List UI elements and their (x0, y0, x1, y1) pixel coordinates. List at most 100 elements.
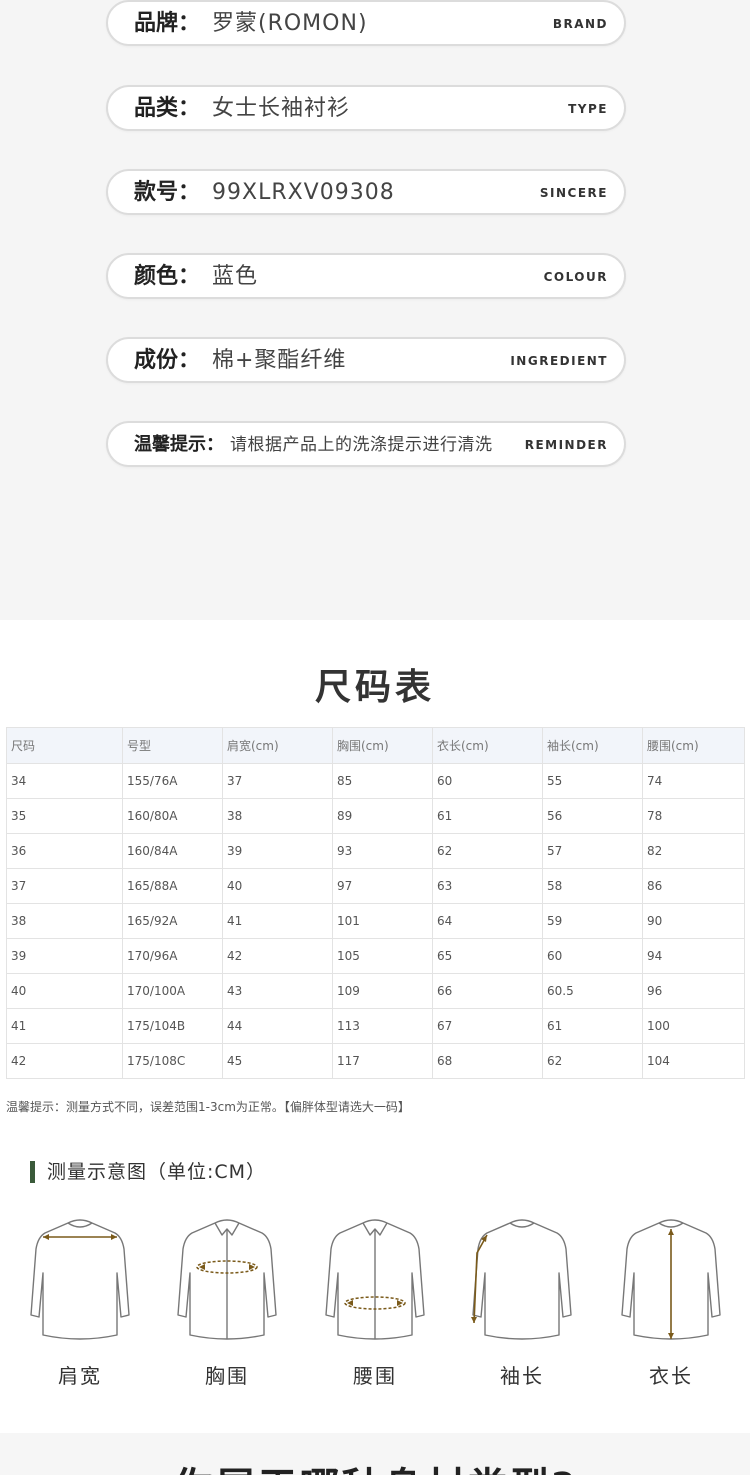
table-cell: 160/80A (122, 798, 223, 834)
table-cell: 60.5 (542, 973, 643, 1009)
table-cell: 104 (642, 1043, 745, 1079)
measure-heading: 测量示意图（单位:CM） (30, 1161, 266, 1183)
measure-label-sleeve: 袖长 (500, 1364, 544, 1388)
info-color-row: 颜色： 蓝色 COLOUR (106, 253, 626, 299)
table-cell: 93 (332, 833, 433, 869)
type-en-label: TYPE (568, 102, 608, 116)
table-cell: 61 (542, 1008, 643, 1044)
ingredient-value: 棉+聚酯纤维 (212, 348, 347, 373)
table-cell: 60 (432, 763, 543, 799)
brand-value: 罗蒙(ROMON) (212, 11, 368, 36)
info-ingredient-row: 成份： 棉+聚酯纤维 INGREDIENT (106, 337, 626, 383)
size-table: 尺码 号型 肩宽(cm) 胸围(cm) 衣长(cm) 袖长(cm) 腰围(cm) 34 155… (6, 727, 745, 1079)
table-cell: 58 (542, 868, 643, 904)
color-label: 颜色： (134, 264, 201, 289)
table-cell: 66 (432, 973, 543, 1009)
ingredient-label: 成份： (134, 348, 201, 373)
table-cell: 82 (642, 833, 745, 869)
measure-label-shoulder: 肩宽 (58, 1364, 102, 1388)
table-cell: 41 (222, 903, 333, 939)
size-table-body: 34 155/76A 37 85 60 55 74 35 160/80A 38 89 61 56 78 36… (6, 763, 745, 1079)
table-row: 41 175/104B 44 113 67 61 100 (6, 1008, 745, 1044)
info-reminder-row: 温馨提示： 请根据产品上的洗涤提示进行清洗 REMINDER (106, 421, 626, 467)
table-cell: 117 (332, 1043, 433, 1079)
table-cell: 39 (6, 938, 123, 974)
measure-item-shoulder: 肩宽 (25, 1215, 135, 1405)
table-cell: 78 (642, 798, 745, 834)
brand-label: 品牌： (134, 11, 201, 36)
table-cell: 94 (642, 938, 745, 974)
body-type-title: 你属于哪种身材类型? (0, 1455, 750, 1475)
table-cell: 89 (332, 798, 433, 834)
size-chart-title: 尺码表 (314, 667, 435, 708)
size-note: 温馨提示：测量方式不同，误差范围1-3cm为正常。【偏胖体型请选大一码】 (6, 1100, 410, 1114)
info-type-row: 品类： 女士长袖衬衫 TYPE (106, 85, 626, 131)
table-row: 38 165/92A 41 101 64 59 90 (6, 903, 745, 939)
info-style-row: 款号： 99XLRXV09308 SINCERE (106, 169, 626, 215)
table-cell: 62 (432, 833, 543, 869)
color-en-label: COLOUR (543, 270, 608, 284)
table-cell: 64 (432, 903, 543, 939)
table-cell: 56 (542, 798, 643, 834)
measure-item-length: 衣长 (616, 1215, 726, 1405)
size-table-header-cell: 腰围(cm) (642, 727, 745, 764)
table-cell: 62 (542, 1043, 643, 1079)
table-cell: 109 (332, 973, 433, 1009)
reminder-en-label: REMINDER (524, 438, 608, 452)
table-cell: 67 (432, 1008, 543, 1044)
table-row: 34 155/76A 37 85 60 55 74 (6, 763, 745, 799)
table-cell: 74 (642, 763, 745, 799)
table-cell: 175/104B (122, 1008, 223, 1044)
style-label: 款号： (134, 180, 201, 205)
type-value: 女士长袖衬衫 (212, 96, 351, 121)
style-value: 99XLRXV09308 (212, 180, 395, 205)
table-row: 42 175/108C 45 117 68 62 104 (6, 1043, 745, 1079)
table-cell: 175/108C (122, 1043, 223, 1079)
table-cell: 57 (542, 833, 643, 869)
table-row: 37 165/88A 40 97 63 58 86 (6, 868, 745, 904)
table-cell: 45 (222, 1043, 333, 1079)
table-cell: 35 (6, 798, 123, 834)
table-cell: 160/84A (122, 833, 223, 869)
size-table-header-cell: 袖长(cm) (542, 727, 643, 764)
table-cell: 42 (222, 938, 333, 974)
shirt-waist-icon (325, 1219, 425, 1340)
measure-label-length: 衣长 (649, 1364, 693, 1388)
table-cell: 39 (222, 833, 333, 869)
measure-label-waist: 腰围 (353, 1364, 397, 1388)
table-cell: 55 (542, 763, 643, 799)
type-label: 品类： (134, 96, 201, 121)
table-row: 39 170/96A 42 105 65 60 94 (6, 938, 745, 974)
size-table-header-row: 尺码 号型 肩宽(cm) 胸围(cm) 衣长(cm) 袖长(cm) 腰围(cm) (6, 727, 745, 764)
table-cell: 86 (642, 868, 745, 904)
size-table-header-cell: 胸围(cm) (332, 727, 433, 764)
table-cell: 36 (6, 833, 123, 869)
measure-item-sleeve: 袖长 (467, 1215, 577, 1405)
size-table-header-cell: 号型 (122, 727, 223, 764)
reminder-label: 温馨提示： (134, 434, 224, 455)
table-cell: 40 (6, 973, 123, 1009)
shirt-chest-icon (177, 1219, 277, 1340)
table-cell: 68 (432, 1043, 543, 1079)
table-cell: 155/76A (122, 763, 223, 799)
reminder-value: 请根据产品上的洗涤提示进行清洗 (230, 435, 493, 455)
size-table-header-cell: 衣长(cm) (432, 727, 543, 764)
ingredient-en-label: INGREDIENT (510, 354, 608, 368)
table-cell: 59 (542, 903, 643, 939)
table-cell: 96 (642, 973, 745, 1009)
table-cell: 90 (642, 903, 745, 939)
info-brand-row: 品牌： 罗蒙(ROMON) BRAND (106, 0, 626, 46)
table-cell: 44 (222, 1008, 333, 1044)
body-type-section: 你属于哪种身材类型? (0, 1433, 750, 1475)
table-cell: 97 (332, 868, 433, 904)
measure-label-chest: 胸围 (205, 1364, 249, 1388)
color-value: 蓝色 (212, 264, 259, 289)
shirt-sleeve-length-icon (471, 1219, 572, 1340)
table-cell: 37 (222, 763, 333, 799)
measure-item-chest: 胸围 (172, 1215, 282, 1405)
shirt-body-length-icon (621, 1219, 721, 1340)
table-cell: 40 (222, 868, 333, 904)
table-cell: 105 (332, 938, 433, 974)
table-cell: 85 (332, 763, 433, 799)
shirt-shoulder-width-icon (30, 1219, 130, 1340)
